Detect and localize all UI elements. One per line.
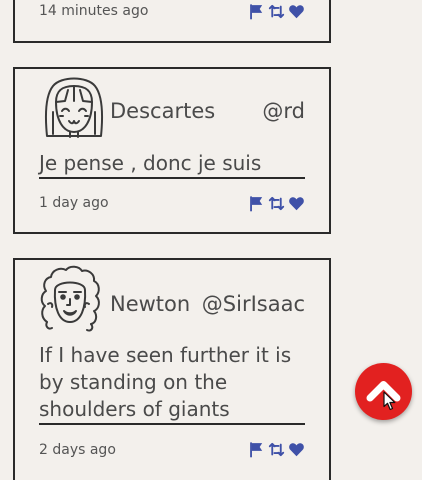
tweet-author: Newton <box>110 292 191 316</box>
flag-icon[interactable] <box>248 3 265 20</box>
tweet-handle[interactable]: @SirIsaac <box>202 292 305 316</box>
descartes-avatar-icon <box>43 74 105 144</box>
heart-icon[interactable] <box>288 3 305 20</box>
retweet-icon[interactable] <box>268 3 285 20</box>
tweet-timestamp: 1 day ago <box>39 195 109 211</box>
retweet-icon[interactable] <box>268 441 285 458</box>
tweet-card: Descartes @rd Je pense , donc je suis 1 … <box>13 67 331 234</box>
tweet-actions <box>248 441 305 458</box>
tweet-timestamp: 2 days ago <box>39 442 116 458</box>
tweet-card: Newton @SirIsaac If I have seen further … <box>13 258 331 480</box>
tweet-feed: 14 minutes ago Descartes @rd Je pense , … <box>0 0 422 480</box>
tweet-actions <box>248 3 305 20</box>
retweet-icon[interactable] <box>268 195 285 212</box>
tweet-author: Descartes <box>110 99 216 123</box>
tweet-divider <box>39 423 305 425</box>
tweet-card: 14 minutes ago <box>13 0 331 43</box>
tweet-text: If I have seen further it is by standing… <box>39 343 292 421</box>
tweet-divider <box>39 177 305 179</box>
tweet-actions <box>248 195 305 212</box>
flag-icon[interactable] <box>248 195 265 212</box>
newton-avatar-icon <box>39 264 101 334</box>
heart-icon[interactable] <box>288 441 305 458</box>
tweet-handle[interactable]: @rd <box>262 99 305 123</box>
heart-icon[interactable] <box>288 195 305 212</box>
flag-icon[interactable] <box>248 441 265 458</box>
tweet-text: Je pense , donc je suis <box>39 151 262 175</box>
tweet-timestamp: 14 minutes ago <box>39 3 149 19</box>
mouse-cursor-icon <box>383 391 396 411</box>
